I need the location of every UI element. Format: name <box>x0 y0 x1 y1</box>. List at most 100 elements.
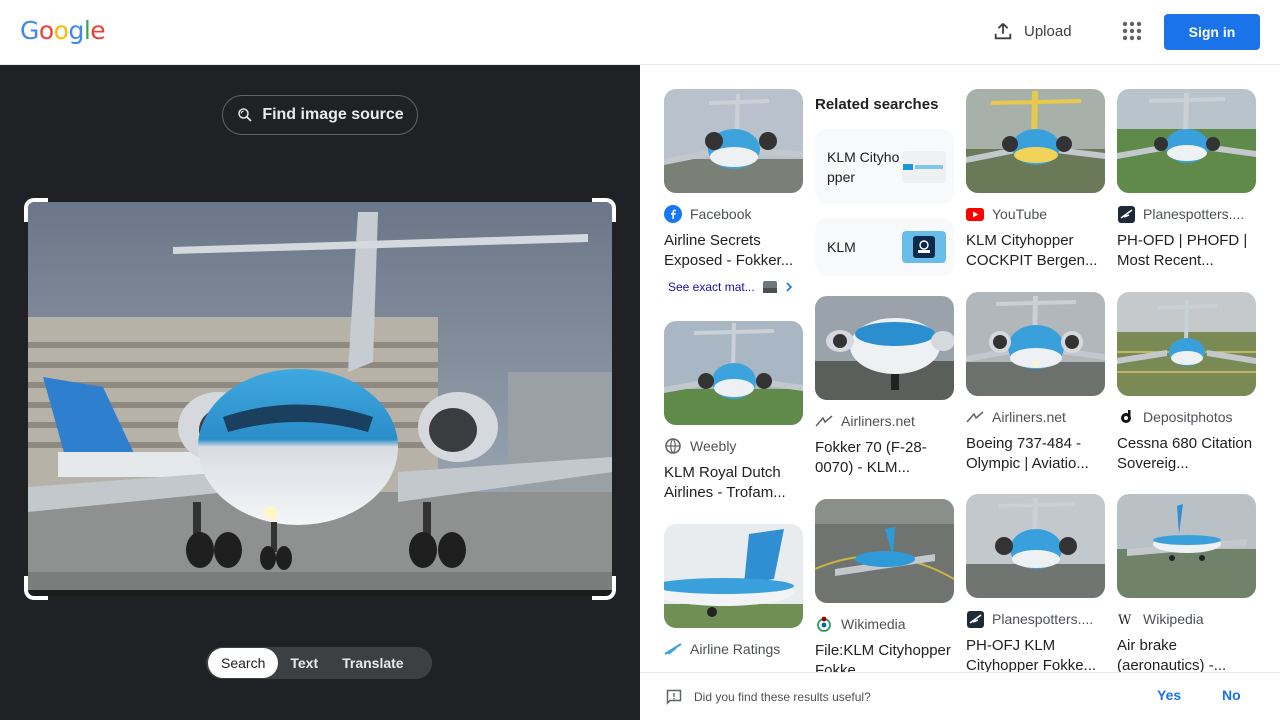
result-thumbnail[interactable] <box>1117 89 1256 193</box>
find-image-source-label: Find image source <box>262 106 404 123</box>
result-title[interactable]: PH-OFJ KLM Cityhopper Fokke... <box>966 636 1105 672</box>
find-image-source-button[interactable]: Find image source <box>222 95 418 135</box>
feedback-no-button[interactable]: No <box>1222 687 1241 703</box>
upload-label: Upload <box>1024 22 1072 40</box>
result-source-label: Weebly <box>690 438 737 454</box>
result-title[interactable]: KLM Cityhopper COCKPIT Bergen... <box>966 231 1105 271</box>
airliners-icon <box>815 412 833 430</box>
result-thumbnail[interactable] <box>966 494 1105 598</box>
result-thumbnail[interactable] <box>815 499 954 603</box>
result-source[interactable]: Airliners.net <box>815 412 954 430</box>
result-card[interactable]: Planespotters.... PH-OFD | PHOFD | Most … <box>1117 89 1256 271</box>
youtube-icon <box>966 205 984 223</box>
result-card[interactable]: Airliners.net Fokker 70 (F-28-0070) - KL… <box>815 296 954 478</box>
result-thumbnail[interactable] <box>966 89 1105 193</box>
result-source[interactable]: YouTube <box>966 205 1105 223</box>
result-card[interactable]: Facebook Airline Secrets Exposed - Fokke… <box>664 89 803 271</box>
upload-icon <box>994 23 1012 40</box>
klm-cityhopper-logo-icon <box>902 150 946 183</box>
logo-letter: o <box>38 16 54 45</box>
apps-grid-icon[interactable] <box>1120 19 1144 43</box>
result-card[interactable]: Weebly KLM Royal Dutch Airlines - Trofam… <box>664 321 803 503</box>
logo-letter: g <box>68 16 84 45</box>
airlineratings-icon <box>664 640 682 658</box>
result-source[interactable]: W Wikipedia <box>1117 610 1256 628</box>
svg-text:W: W <box>1118 613 1132 626</box>
mode-search-tab[interactable]: Search <box>208 648 279 678</box>
google-logo[interactable]: Google <box>20 16 106 45</box>
result-title[interactable]: File:KLM Cityhopper Fokke... <box>815 641 954 672</box>
feedback-question: Did you find these results useful? <box>694 690 871 704</box>
result-source[interactable]: Airline Ratings <box>664 640 803 658</box>
lens-search-icon <box>238 108 252 122</box>
result-thumbnail[interactable] <box>815 296 954 400</box>
chevron-right-icon <box>786 282 792 292</box>
globe-icon <box>664 437 682 455</box>
result-title[interactable]: PH-OFD | PHOFD | Most Recent... <box>1117 231 1256 271</box>
result-source-label: Airliners.net <box>841 413 915 429</box>
result-source[interactable]: Airliners.net <box>966 408 1105 426</box>
result-source[interactable]: Planespotters.... <box>1117 205 1256 223</box>
result-thumbnail[interactable] <box>664 524 803 628</box>
result-source-label: Airliners.net <box>992 409 1066 425</box>
result-title[interactable]: Fokker 70 (F-28-0070) - KLM... <box>815 438 954 478</box>
lens-panel: Find image source Search Text Translate <box>0 65 640 720</box>
planespotters-icon <box>1117 205 1135 223</box>
result-source-label: Planespotters.... <box>1143 206 1245 222</box>
result-thumbnail[interactable] <box>966 292 1105 396</box>
result-card[interactable]: YouTube KLM Cityhopper COCKPIT Bergen... <box>966 89 1105 271</box>
upload-button[interactable]: Upload <box>992 20 1072 42</box>
feedback-yes-button[interactable]: Yes <box>1157 687 1181 703</box>
related-search-label: KLM <box>827 239 856 255</box>
facebook-icon <box>664 205 682 223</box>
result-card[interactable]: W Wikipedia Air brake (aeronautics) -... <box>1117 494 1256 672</box>
lens-mode-switcher: Search Text Translate <box>206 647 432 679</box>
exact-match-thumb-icon <box>762 281 777 293</box>
crop-handle-bottom-left[interactable] <box>24 576 48 600</box>
logo-letter: G <box>20 16 39 45</box>
crop-handle-bottom-right[interactable] <box>592 576 616 600</box>
result-source-label: Planespotters.... <box>992 611 1094 627</box>
logo-letter: o <box>53 16 69 45</box>
result-title[interactable]: Cessna 680 Citation Sovereig... <box>1117 434 1256 474</box>
planespotters-icon <box>966 610 984 628</box>
result-thumbnail[interactable] <box>1117 292 1256 396</box>
result-source[interactable]: Wikimedia <box>815 615 954 633</box>
result-card[interactable]: Planespotters.... PH-OFJ KLM Cityhopper … <box>966 494 1105 672</box>
related-searches-heading: Related searches <box>815 96 939 113</box>
result-source[interactable]: Depositphotos <box>1117 408 1256 426</box>
klm-logo-icon <box>902 231 946 263</box>
result-card[interactable]: Wikimedia File:KLM Cityhopper Fokke... <box>815 499 954 672</box>
result-title[interactable]: KLM Royal Dutch Airlines - Trofam... <box>664 463 803 503</box>
result-thumbnail[interactable] <box>664 321 803 425</box>
result-thumbnail[interactable] <box>664 89 803 193</box>
mode-translate-tab[interactable]: Translate <box>330 647 415 679</box>
result-source[interactable]: Weebly <box>664 437 803 455</box>
result-title[interactable]: Air brake (aeronautics) -... <box>1117 636 1256 672</box>
related-search-label: KLM Cityhopper <box>827 148 900 185</box>
result-source[interactable]: Facebook <box>664 205 803 223</box>
result-card[interactable]: Airline Ratings <box>664 524 803 658</box>
mode-text-tab[interactable]: Text <box>278 647 330 679</box>
depositphotos-icon <box>1117 408 1135 426</box>
crop-handle-top-left[interactable] <box>24 198 48 222</box>
header: Google Upload Sign in <box>0 0 1280 65</box>
related-search-klm-cityhopper[interactable]: KLM Cityhopper <box>815 129 954 204</box>
see-exact-matches-link[interactable]: See exact mat... <box>668 280 793 294</box>
wikipedia-icon: W <box>1117 610 1135 628</box>
feedback-icon <box>666 689 682 705</box>
result-source-label: Facebook <box>690 206 752 222</box>
query-image[interactable] <box>28 202 612 596</box>
result-card[interactable]: Airliners.net Boeing 737-484 - Olympic |… <box>966 292 1105 474</box>
result-source-label: Wikipedia <box>1143 611 1204 627</box>
result-source[interactable]: Planespotters.... <box>966 610 1105 628</box>
result-title[interactable]: Boeing 737-484 - Olympic | Aviatio... <box>966 434 1105 474</box>
sign-in-button[interactable]: Sign in <box>1164 14 1260 50</box>
result-thumbnail[interactable] <box>1117 494 1256 598</box>
result-card[interactable]: Depositphotos Cessna 680 Citation Sovere… <box>1117 292 1256 474</box>
related-search-klm[interactable]: KLM <box>815 218 954 276</box>
result-title[interactable]: Airline Secrets Exposed - Fokker... <box>664 231 803 271</box>
result-source-label: YouTube <box>992 206 1048 222</box>
crop-handle-top-right[interactable] <box>592 198 616 222</box>
result-source-label: Airline Ratings <box>690 641 781 657</box>
